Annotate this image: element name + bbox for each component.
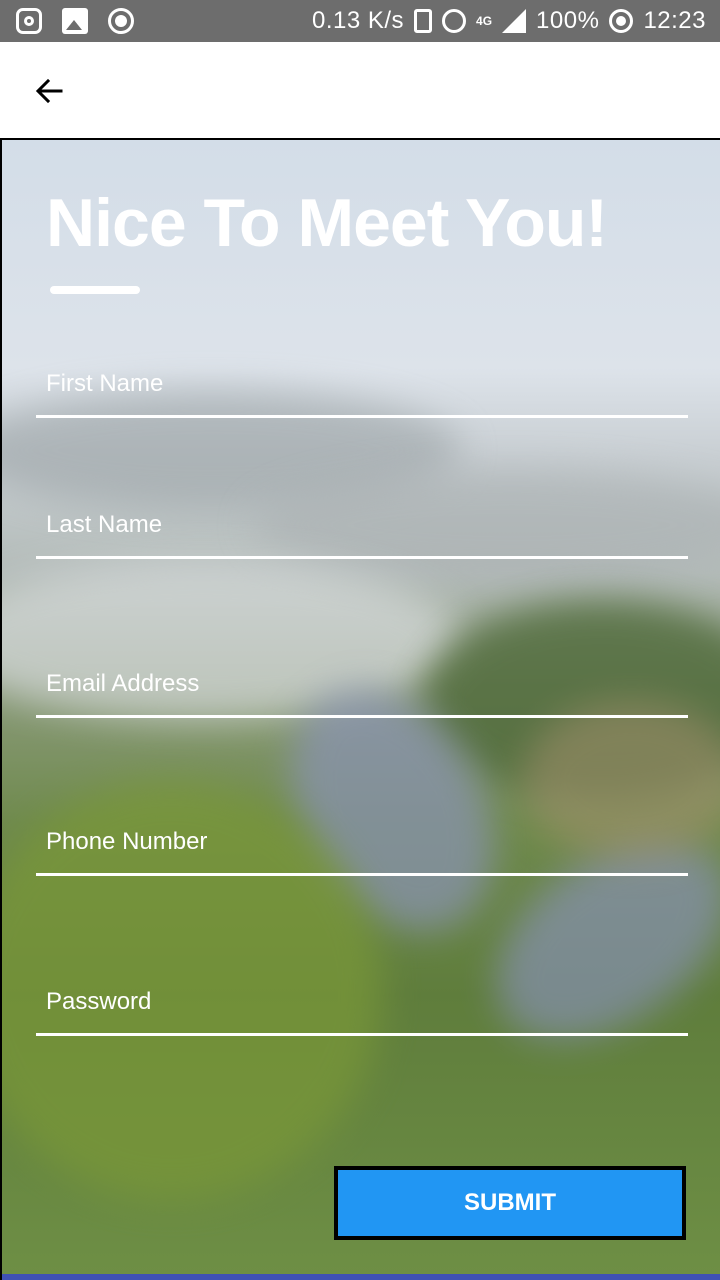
record-icon <box>108 8 134 34</box>
battery-saver-icon <box>609 9 634 33</box>
gallery-icon <box>62 8 88 34</box>
clock: 12:23 <box>643 7 706 34</box>
form-background: Nice To Meet You! SUBMIT <box>0 140 720 1280</box>
back-button[interactable] <box>22 64 76 118</box>
phone-input[interactable] <box>44 821 678 863</box>
status-notification-icons <box>16 8 134 34</box>
phone-field[interactable] <box>36 814 688 876</box>
alarm-icon <box>442 9 467 33</box>
last-name-input[interactable] <box>44 504 678 546</box>
network-speed: 0.13 K/s <box>311 7 405 34</box>
first-name-input[interactable] <box>44 363 678 405</box>
first-name-field[interactable] <box>36 356 688 418</box>
status-system-icons: 0.13 K/s 4G 100% 12:23 <box>312 7 706 35</box>
status-bar: 0.13 K/s 4G 100% 12:23 <box>0 0 720 42</box>
nav-bar-edge <box>2 1274 720 1280</box>
email-input[interactable] <box>44 663 678 705</box>
password-input[interactable] <box>44 981 678 1023</box>
instagram-icon <box>16 8 42 34</box>
password-field[interactable] <box>36 974 688 1036</box>
vibrate-icon <box>414 9 433 33</box>
battery-level: 100% <box>536 7 600 34</box>
network-type: 4G <box>476 14 493 28</box>
last-name-field[interactable] <box>36 497 688 559</box>
submit-button[interactable]: SUBMIT <box>334 1166 686 1240</box>
email-field[interactable] <box>36 656 688 718</box>
signal-icon <box>502 9 527 33</box>
title-underline <box>50 286 140 294</box>
app-bar <box>0 42 720 140</box>
page-title: Nice To Meet You! <box>46 185 608 261</box>
arrow-left-icon <box>35 78 63 104</box>
